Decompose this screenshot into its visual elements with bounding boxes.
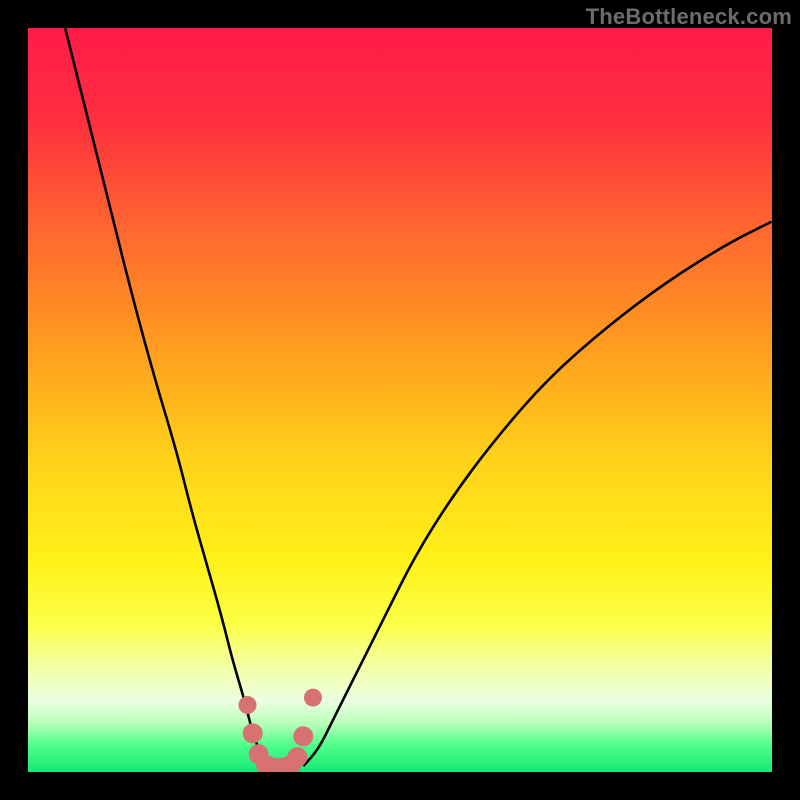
- trough-marker: [243, 723, 263, 743]
- chart-stage: TheBottleneck.com: [0, 0, 800, 800]
- trough-marker: [293, 726, 313, 746]
- trough-marker: [304, 689, 322, 707]
- gradient-background: [28, 28, 772, 772]
- trough-marker: [238, 696, 256, 714]
- plot-area: [28, 28, 772, 772]
- watermark-text: TheBottleneck.com: [586, 4, 792, 30]
- plot-svg: [28, 28, 772, 772]
- trough-marker: [287, 747, 307, 767]
